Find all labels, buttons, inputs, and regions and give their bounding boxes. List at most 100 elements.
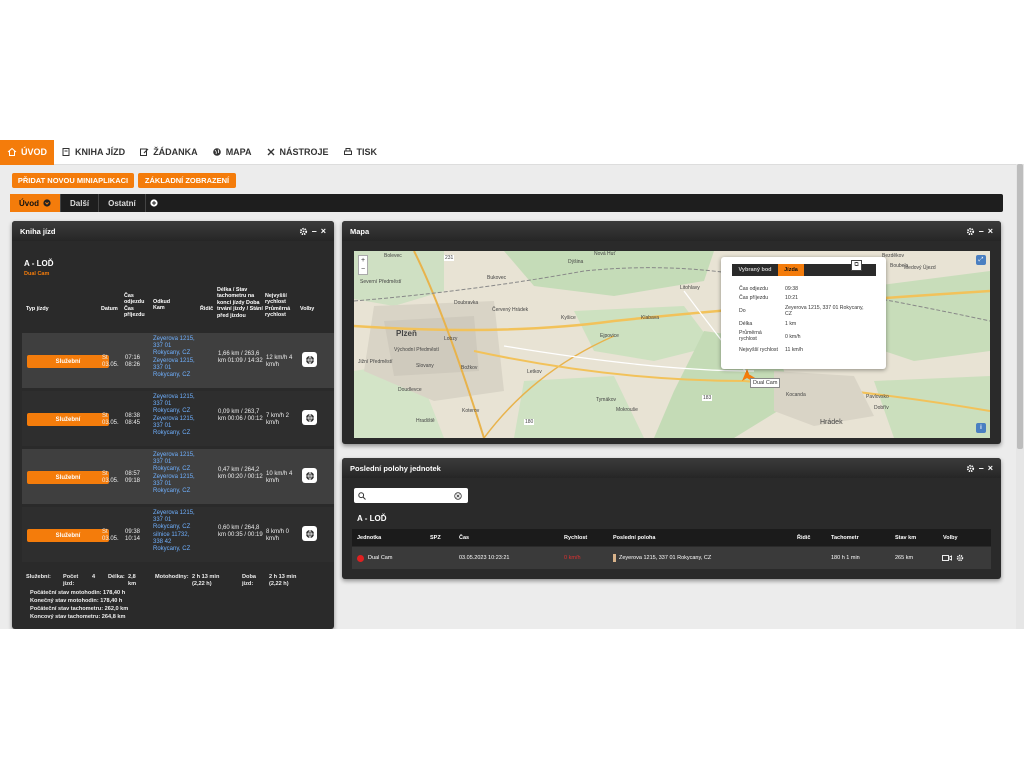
nav-nastroje[interactable]: NÁSTROJE [259, 140, 336, 165]
basic-view-button[interactable]: ZÁKLADNÍ ZOBRAZENÍ [138, 173, 236, 188]
panel-title: Kniha jízd [20, 226, 56, 236]
row-stavkm: 265 km [895, 555, 914, 561]
map-label: Kyšice [561, 315, 576, 321]
minimize-icon[interactable]: – [979, 226, 984, 236]
map-label: Červený Hrádek [492, 307, 529, 313]
page-scrollbar[interactable] [1016, 164, 1024, 629]
table-row[interactable]: Dual Cam 03.05.2023 10:23:21 0 km/h Zeye… [352, 547, 991, 569]
map-label: Letkov [527, 369, 542, 375]
popup-key: Do [739, 308, 746, 314]
row-delka: 0,60 km / 264,8 km 00:35 / 00:19 [218, 525, 263, 539]
popup-key: Čas příjezdu [739, 295, 769, 301]
tab-ostatni[interactable]: Ostatní [99, 194, 146, 212]
popup-tab-trip[interactable]: Jízda [778, 264, 804, 276]
nav-label: TISK [356, 147, 378, 157]
minimize-icon[interactable]: – [979, 463, 984, 473]
map-label: Plzeň [396, 329, 417, 338]
scrollbar-thumb[interactable] [1017, 164, 1023, 449]
gear-icon[interactable] [966, 464, 975, 473]
trip-type-button[interactable]: Služební [27, 471, 109, 484]
map-label: Bukovec [487, 275, 507, 281]
map-label: Lobzy [444, 336, 458, 342]
add-miniapp-button[interactable]: PŘIDAT NOVOU MINIAPLIKACI [12, 173, 134, 188]
summary-label: Služební: [26, 574, 51, 580]
trip-type-button[interactable]: Služební [27, 355, 109, 368]
gear-icon[interactable] [966, 227, 975, 236]
tab-uvod[interactable]: Úvod [10, 194, 61, 212]
map-view-button[interactable] [302, 526, 317, 541]
globe-icon [305, 413, 314, 422]
row-odkud-link[interactable]: Zeyerova 1215, 337 01 Rokycany, CZ Zeyer… [153, 336, 199, 379]
nav-uvod[interactable]: ÚVOD [0, 140, 55, 165]
panel-header: Kniha jízd – × [12, 221, 334, 241]
map-label: Klabava [641, 315, 660, 321]
col-rychlost: Nejvyšší rychlost Průměrná rychlost [265, 293, 291, 319]
panel-header: Mapa – × [342, 221, 1001, 241]
trip-type-button[interactable]: Služební [27, 529, 109, 542]
summary-line: Koncový stav tachometru: 264,8 km [30, 614, 126, 620]
summary-line: Počáteční stav tachometru: 262,0 km [30, 606, 129, 612]
tab-dalsi[interactable]: Další [61, 194, 100, 212]
add-tab-icon[interactable] [150, 199, 158, 207]
row-delka: 0,09 km / 263,7 km 00:06 / 00:12 [218, 409, 263, 423]
close-icon[interactable]: × [321, 226, 326, 236]
map-view-button[interactable] [302, 410, 317, 425]
row-odkud-link[interactable]: Zeyerova 1215, 337 01 Rokycany, CZ Zeyer… [153, 394, 199, 437]
gear-icon[interactable] [956, 554, 964, 562]
nav-tisk[interactable]: TISK [336, 140, 385, 165]
mapa-panel: Mapa – × + − ⤢ i Bolevec Severní Předměs… [342, 221, 1001, 444]
popup-close-button[interactable]: ⧉ [851, 260, 862, 271]
close-icon[interactable]: × [988, 463, 993, 473]
search-input[interactable] [368, 490, 450, 501]
row-delka: 0,47 km / 264,2 km 00:20 / 00:12 [218, 467, 263, 481]
col-typ: Typ jízdy [26, 306, 49, 312]
nav-mapa[interactable]: MAPA [205, 140, 259, 165]
zoom-in-button[interactable]: + [359, 256, 367, 265]
trip-type-button[interactable]: Služební [27, 413, 109, 426]
print-icon [343, 148, 352, 155]
tab-label: Ostatní [108, 198, 136, 208]
row-delka: 1,66 km / 263,6 km 01:09 / 14:32 [218, 351, 263, 365]
nav-zadanka[interactable]: ŽÁDANKA [132, 140, 205, 165]
globe-icon [305, 471, 314, 480]
map-view-button[interactable] [302, 468, 317, 483]
clear-search-icon[interactable] [454, 492, 462, 500]
map-view-button[interactable] [302, 352, 317, 367]
row-odkud-link[interactable]: Zeyerova 1215, 337 01 Rokycany, CZ Zeyer… [153, 452, 199, 495]
top-navigation: ÚVOD KNIHA JÍZD ŽÁDANKA MAPA NÁSTROJE TI… [0, 140, 1024, 165]
gear-icon[interactable] [299, 227, 308, 236]
row-datum: St 03.05. [102, 471, 119, 485]
nav-label: NÁSTROJE [279, 147, 329, 157]
col-ridic: Řidič [200, 306, 214, 312]
row-poloha: Zeyerova 1215, 337 01 Rokycany, CZ [619, 555, 712, 561]
tab-label: Další [70, 198, 90, 208]
fullscreen-button[interactable]: ⤢ [976, 255, 986, 265]
info-button[interactable]: i [976, 423, 986, 433]
search-icon [358, 492, 366, 500]
map-label: Litohlavy [680, 285, 700, 291]
row-datum: St 03.05. [102, 529, 119, 543]
row-rychlost: 8 km/h 0 km/h [266, 529, 290, 543]
chevron-down-icon[interactable] [43, 199, 51, 207]
camera-icon[interactable] [942, 554, 952, 562]
map-canvas[interactable]: + − ⤢ i Bolevec Severní Předměstí Bukove… [354, 251, 990, 438]
globe-icon [305, 355, 314, 364]
app-root: ÚVOD KNIHA JÍZD ŽÁDANKA MAPA NÁSTROJE TI… [0, 140, 1024, 629]
close-icon[interactable]: × [988, 226, 993, 236]
road-number: 183 [702, 395, 713, 401]
minimize-icon[interactable]: – [312, 226, 317, 236]
row-cas: 07:16 08:26 [125, 355, 141, 369]
col-cas: Čas [459, 535, 470, 541]
tab-label: Úvod [19, 198, 39, 208]
row-cas: 09:38 10:14 [125, 529, 141, 543]
popup-key: Délka [739, 321, 753, 327]
zoom-out-button[interactable]: − [359, 265, 367, 274]
nav-kniha-jizd[interactable]: KNIHA JÍZD [54, 140, 132, 165]
summary-doba: 2 h 13 min (2,22 h) [269, 574, 297, 587]
search-box [354, 488, 468, 503]
row-odkud-link[interactable]: Zeyerova 1215, 337 01 Rokycany, CZ silni… [153, 510, 199, 553]
tab-bar: Úvod Další Ostatní [10, 194, 1003, 212]
row-rychlost: 12 km/h 4 km/h [266, 355, 293, 369]
row-rychlost: 10 km/h 4 km/h [266, 471, 293, 485]
popup-tab-point[interactable]: Vybraný bod [732, 264, 778, 276]
